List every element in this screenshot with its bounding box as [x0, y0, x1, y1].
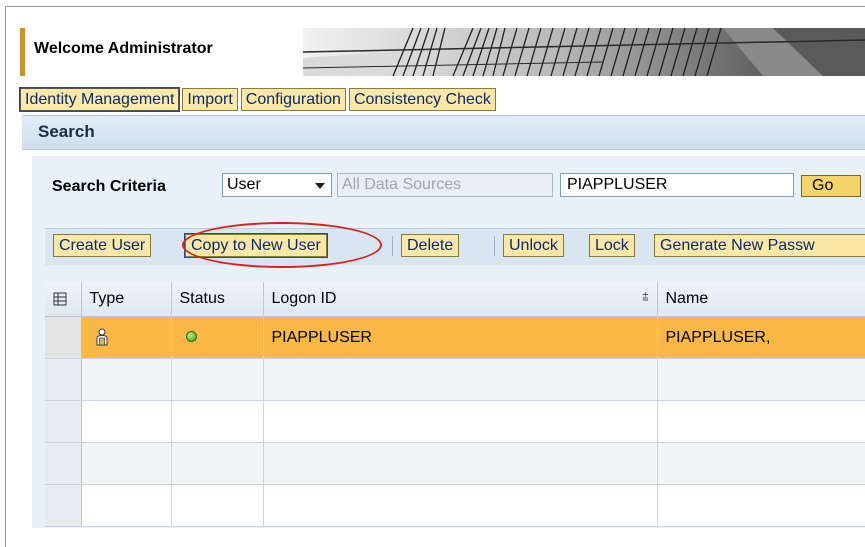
tab-consistency-check[interactable]: Consistency Check [348, 88, 496, 111]
logon-id-cell [263, 442, 658, 485]
welcome-text: Welcome Administrator [34, 40, 213, 57]
sort-ascending-icon[interactable]: ⩲ [642, 291, 648, 304]
banner-accent [20, 28, 25, 76]
row-selector[interactable] [45, 400, 82, 443]
go-button[interactable]: Go [801, 175, 861, 197]
logon-id-label: Logon ID [271, 290, 337, 307]
tab-identity-management[interactable]: Identity Management [18, 87, 181, 112]
name-cell [657, 442, 865, 485]
search-section-header: Search [22, 115, 865, 150]
status-cell [171, 484, 264, 527]
tab-import[interactable]: Import [182, 88, 238, 111]
status-cell [171, 316, 264, 359]
table-row[interactable] [45, 442, 865, 485]
tab-configuration[interactable]: Configuration [240, 88, 346, 111]
create-user-button[interactable]: Create User [53, 234, 152, 257]
data-source-field: All Data Sources [337, 173, 553, 197]
column-header-logon-id[interactable]: Logon ID ⩲ [263, 282, 658, 317]
column-header-status[interactable]: Status [171, 282, 264, 317]
logon-id-cell [263, 400, 658, 443]
row-selector[interactable] [45, 484, 82, 527]
status-cell [171, 442, 264, 485]
search-input[interactable]: PIAPPLUSER [560, 173, 794, 197]
object-type-select[interactable]: User [222, 173, 332, 197]
toolbar-separator [494, 236, 495, 256]
status-cell [171, 358, 264, 401]
status-cell [171, 400, 264, 443]
table-row[interactable] [45, 400, 865, 443]
logon-id-cell [263, 484, 658, 527]
unlock-button[interactable]: Unlock [503, 234, 564, 257]
column-header-name[interactable]: Name [657, 282, 865, 317]
search-criteria-label: Search Criteria [52, 178, 166, 195]
type-cell [81, 442, 172, 485]
results-table: Type Status Logon ID ⩲ Name PIAPPLUSER P… [45, 282, 865, 527]
table-row[interactable]: PIAPPLUSER PIAPPLUSER, [45, 316, 865, 359]
name-cell [657, 358, 865, 401]
lock-button[interactable]: Lock [589, 234, 635, 257]
name-cell [657, 400, 865, 443]
row-selector[interactable] [45, 358, 82, 401]
type-cell [81, 358, 172, 401]
name-cell [657, 484, 865, 527]
object-type-value: User [227, 176, 261, 193]
column-header-type[interactable]: Type [81, 282, 172, 317]
delete-button[interactable]: Delete [401, 234, 460, 257]
chevron-down-icon [315, 183, 325, 189]
table-header-row: Type Status Logon ID ⩲ Name [45, 282, 865, 317]
column-settings-icon [53, 292, 67, 306]
banner-artwork [303, 28, 865, 76]
name-cell: PIAPPLUSER, [657, 316, 865, 359]
logon-id-cell: PIAPPLUSER [263, 316, 658, 359]
type-cell [81, 484, 172, 527]
main-navigation: Identity Management Import Configuration… [18, 87, 496, 112]
search-title: Search [38, 122, 95, 141]
green-status-icon [185, 330, 197, 342]
type-cell [81, 316, 172, 359]
header-banner: Welcome Administrator [20, 28, 865, 76]
row-selector[interactable] [45, 316, 82, 359]
generate-new-password-button[interactable]: Generate New Passw [654, 234, 865, 257]
table-row[interactable] [45, 358, 865, 401]
copy-to-new-user-button[interactable]: Copy to New User [184, 233, 328, 258]
type-cell [81, 400, 172, 443]
toolbar-separator [392, 236, 393, 256]
table-row[interactable] [45, 484, 865, 527]
column-settings-cell[interactable] [45, 282, 82, 317]
row-selector[interactable] [45, 442, 82, 485]
user-icon [96, 328, 107, 346]
logon-id-cell [263, 358, 658, 401]
